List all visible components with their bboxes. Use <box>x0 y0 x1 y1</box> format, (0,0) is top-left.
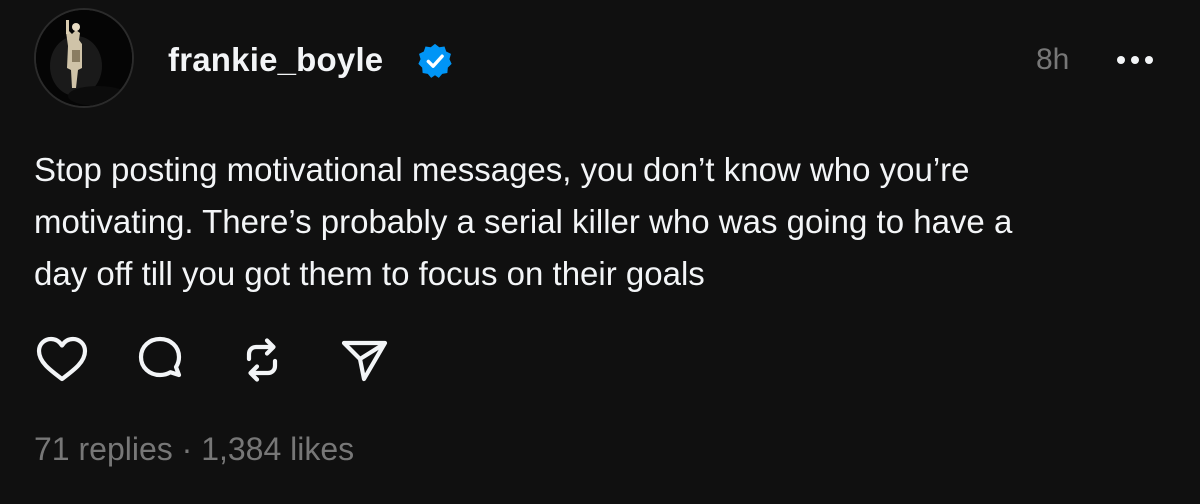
author-username[interactable]: frankie_boyle <box>168 40 383 80</box>
verified-badge-icon <box>418 43 452 78</box>
post-stats: 71 replies · 1,384 likes <box>34 429 354 469</box>
repost-button[interactable] <box>234 332 290 388</box>
reply-button[interactable] <box>132 332 188 388</box>
repost-arrows-icon <box>246 338 278 382</box>
likes-count-link[interactable]: 1,384 likes <box>201 431 354 467</box>
share-button[interactable] <box>336 332 392 388</box>
paper-plane-icon <box>341 340 388 382</box>
post-timestamp: 8h <box>1036 43 1070 76</box>
stats-separator: · <box>181 431 193 467</box>
replies-count-link[interactable]: 71 replies <box>34 431 173 467</box>
heart-icon <box>36 336 88 382</box>
performer-photo-icon <box>36 10 132 106</box>
author-avatar[interactable] <box>34 8 134 108</box>
thread-post: frankie_boyle 8h Stop posting motivation… <box>0 0 1200 504</box>
more-options-button[interactable] <box>1112 48 1158 72</box>
speech-bubble-icon <box>138 336 182 378</box>
like-button[interactable] <box>34 332 90 388</box>
post-text: Stop posting motivational messages, you … <box>34 151 1013 292</box>
ellipsis-icon <box>1117 56 1153 64</box>
